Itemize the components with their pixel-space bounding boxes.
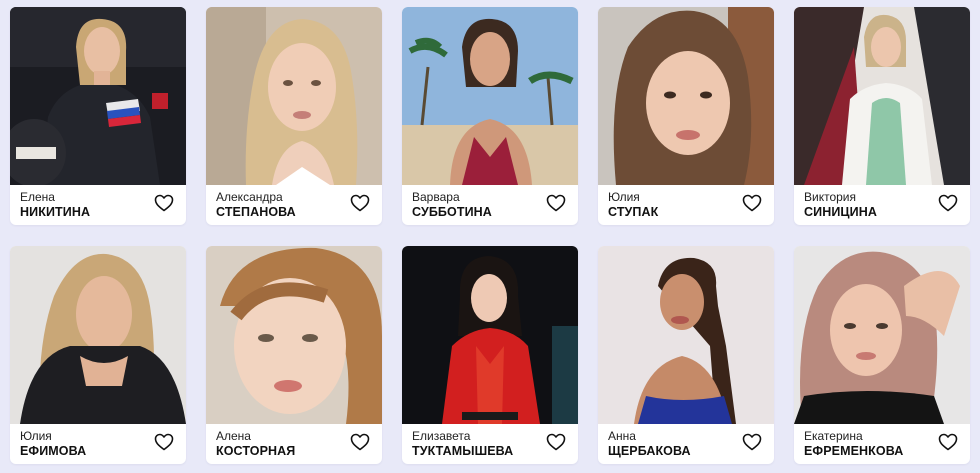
profile-card[interactable]: Виктория СИНИЦИНА <box>794 7 970 225</box>
profile-photo[interactable] <box>402 246 578 424</box>
profile-caption: Алена КОСТОРНАЯ <box>206 424 382 464</box>
profile-photo[interactable] <box>10 7 186 185</box>
profile-caption: Александра СТЕПАНОВА <box>206 185 382 225</box>
profile-card[interactable]: Александра СТЕПАНОВА <box>206 7 382 225</box>
profile-photo[interactable] <box>206 7 382 185</box>
profile-card[interactable]: Елизавета ТУКТАМЫШЕВА <box>402 246 578 464</box>
profile-card[interactable]: Варвара СУББОТИНА <box>402 7 578 225</box>
heart-icon[interactable] <box>154 433 174 451</box>
heart-icon[interactable] <box>742 433 762 451</box>
profile-grid: Елена НИКИТИНА Александра СТЕПАНОВА Варв… <box>0 0 980 473</box>
profile-photo[interactable] <box>794 7 970 185</box>
profile-photo[interactable] <box>206 246 382 424</box>
profile-caption: Варвара СУББОТИНА <box>402 185 578 225</box>
profile-caption: Юлия СТУПАК <box>598 185 774 225</box>
profile-card[interactable]: Екатерина ЕФРЕМЕНКОВА <box>794 246 970 464</box>
heart-icon[interactable] <box>350 433 370 451</box>
heart-icon[interactable] <box>546 194 566 212</box>
heart-icon[interactable] <box>350 194 370 212</box>
profile-photo[interactable] <box>402 7 578 185</box>
heart-icon[interactable] <box>742 194 762 212</box>
profile-photo[interactable] <box>598 246 774 424</box>
profile-caption: Виктория СИНИЦИНА <box>794 185 970 225</box>
profile-caption: Анна ЩЕРБАКОВА <box>598 424 774 464</box>
profile-photo[interactable] <box>598 7 774 185</box>
heart-icon[interactable] <box>938 194 958 212</box>
profile-card[interactable]: Елена НИКИТИНА <box>10 7 186 225</box>
profile-card[interactable]: Алена КОСТОРНАЯ <box>206 246 382 464</box>
profile-card[interactable]: Юлия СТУПАК <box>598 7 774 225</box>
profile-card[interactable]: Юлия ЕФИМОВА <box>10 246 186 464</box>
profile-caption: Екатерина ЕФРЕМЕНКОВА <box>794 424 970 464</box>
profile-caption: Елена НИКИТИНА <box>10 185 186 225</box>
profile-photo[interactable] <box>794 246 970 424</box>
profile-caption: Юлия ЕФИМОВА <box>10 424 186 464</box>
profile-card[interactable]: Анна ЩЕРБАКОВА <box>598 246 774 464</box>
heart-icon[interactable] <box>938 433 958 451</box>
profile-caption: Елизавета ТУКТАМЫШЕВА <box>402 424 578 464</box>
heart-icon[interactable] <box>154 194 174 212</box>
profile-photo[interactable] <box>10 246 186 424</box>
heart-icon[interactable] <box>546 433 566 451</box>
